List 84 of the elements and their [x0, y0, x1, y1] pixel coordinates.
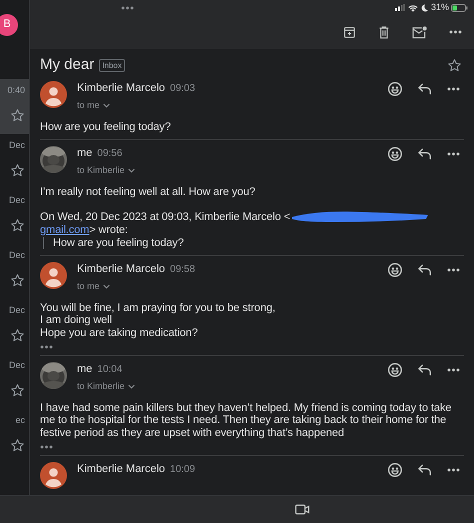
message-text: How are you feeling today?	[40, 120, 172, 133]
item-date: 0:40	[7, 85, 25, 96]
emoji-icon[interactable]	[387, 262, 403, 278]
star-icon[interactable]	[10, 383, 25, 398]
message-text: I have had some pain killers but they haven’t helped. My friend is coming today to take me to the hospital for the tests I need. Then they are taking back to their home for the festive period as they are upset with everything that’s happened	[40, 402, 452, 439]
expand-icon[interactable]	[40, 345, 53, 349]
battery-percentage: 31%	[430, 0, 449, 14]
emoji-icon[interactable]	[387, 81, 403, 97]
star-icon[interactable]	[10, 163, 25, 178]
star-icon[interactable]	[10, 273, 25, 288]
quote-attribution-end: > wrote:	[89, 224, 128, 236]
signal-icon	[394, 4, 405, 11]
more-icon[interactable]	[447, 368, 460, 372]
chevron-icon	[102, 284, 110, 290]
recipient-toggle[interactable]: to me	[77, 99, 110, 112]
battery-icon	[451, 4, 468, 12]
emoji-icon[interactable]	[387, 462, 403, 478]
sender-name: Kimberlie Marcelo	[77, 462, 166, 476]
item-date: Dec	[8, 360, 25, 371]
multitask-icon[interactable]	[121, 6, 134, 10]
mail-list-item[interactable]: Dec	[0, 134, 29, 189]
star-icon[interactable]	[447, 58, 462, 72]
moon-icon	[420, 4, 428, 12]
item-date: Dec	[8, 305, 25, 316]
item-date: Dec	[8, 250, 25, 261]
more-icon[interactable]	[447, 268, 460, 272]
message-text: I am doing well	[40, 314, 113, 326]
message-text: Hope you are taking medication?	[40, 326, 199, 339]
inbox-label[interactable]: Inbox	[99, 58, 125, 72]
message-time: 09:58	[170, 263, 196, 277]
quoted-text: How are you feeling today?	[53, 236, 184, 248]
expand-icon[interactable]	[40, 445, 53, 449]
reply-icon[interactable]	[417, 263, 433, 277]
mail-list-item[interactable]: Dec	[0, 354, 29, 409]
sender-name: Kimberlie Marcelo	[77, 81, 166, 95]
reply-icon[interactable]	[417, 463, 433, 477]
reply-icon[interactable]	[417, 147, 433, 161]
avatar-icon	[40, 262, 67, 289]
star-icon[interactable]	[10, 218, 25, 233]
more-icon[interactable]	[449, 30, 462, 34]
reply-icon[interactable]	[417, 363, 433, 377]
emoji-icon[interactable]	[387, 146, 403, 162]
unread-mail-icon[interactable]	[412, 26, 427, 38]
item-date: Dec	[8, 195, 25, 206]
email-link[interactable]: gmail.com	[40, 224, 90, 236]
recipient-toggle[interactable]: to Kimberlie	[77, 380, 135, 394]
video-camera-icon[interactable]	[294, 504, 310, 515]
more-icon[interactable]	[447, 152, 460, 156]
message-time: 10:04	[97, 363, 122, 377]
star-icon[interactable]	[10, 108, 25, 123]
message-time: 09:56	[97, 147, 122, 161]
avatar-icon	[40, 81, 67, 108]
more-icon[interactable]	[447, 87, 460, 91]
thread-subject: My dear	[40, 54, 94, 75]
avatar-icon	[40, 462, 67, 489]
star-icon[interactable]	[10, 328, 25, 343]
quote-attribution: On Wed, 20 Dec 2023 at 09:03, Kimberlie Marcelo <	[40, 210, 290, 224]
recipient-toggle[interactable]: to me	[77, 280, 110, 294]
message-time: 10:09	[170, 463, 196, 477]
message-text: You will be fine, I am praying for you to be strong,	[40, 302, 276, 314]
sender-name: Kimberlie Marcelo	[77, 262, 166, 276]
chevron-icon	[102, 103, 110, 108]
wifi-icon	[408, 4, 418, 12]
sender-name: me	[77, 146, 92, 160]
item-date: Dec	[8, 140, 25, 151]
recipient-toggle[interactable]: to Kimberlie	[77, 164, 135, 178]
archive-icon[interactable]	[343, 26, 356, 38]
chevron-icon	[128, 384, 135, 390]
mail-list-item[interactable]: Dec	[0, 244, 29, 299]
trash-icon[interactable]	[378, 26, 390, 38]
message-time: 09:03	[170, 82, 196, 96]
mail-list-item[interactable]: Dec	[0, 299, 29, 354]
chevron-icon	[128, 168, 135, 174]
star-icon[interactable]	[10, 438, 25, 453]
more-icon[interactable]	[447, 468, 460, 472]
message-text: I’m really not feeling well at all. How are you?	[40, 186, 256, 198]
emoji-icon[interactable]	[387, 362, 403, 378]
mail-list-item[interactable]: ec	[0, 409, 29, 464]
sender-name: me	[77, 362, 92, 376]
mail-list-item[interactable]: Dec	[0, 189, 29, 244]
account-avatar[interactable]: B	[0, 14, 18, 36]
mail-list-item[interactable]: 0:40	[0, 79, 29, 134]
reply-icon[interactable]	[417, 82, 433, 96]
item-date: ec	[15, 415, 25, 426]
